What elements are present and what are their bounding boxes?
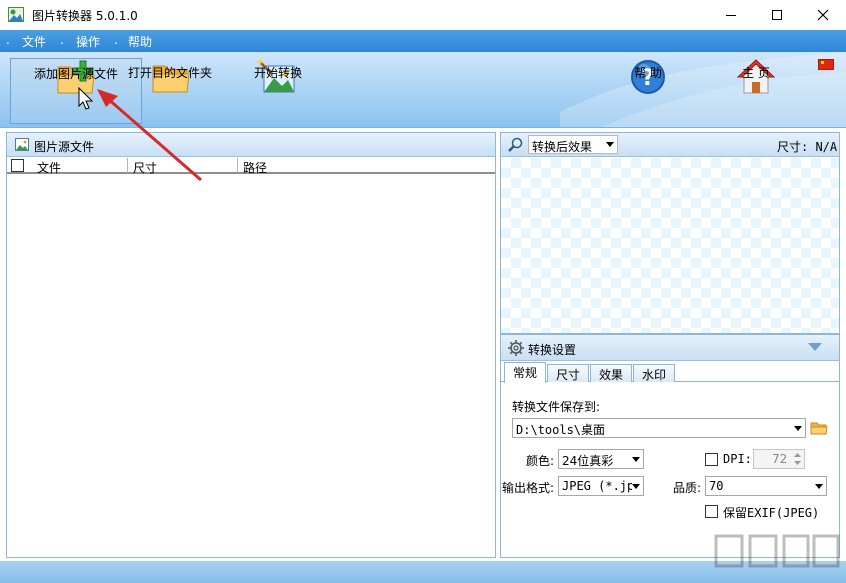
menu-operate[interactable]: 操作 xyxy=(76,33,100,50)
add-source-button[interactable]: 添加图片源文件 xyxy=(10,58,142,124)
dpi-label: DPI: xyxy=(723,452,752,466)
add-source-label: 添加图片源文件 xyxy=(33,67,118,81)
spinner-arrows-icon xyxy=(794,453,801,465)
close-icon xyxy=(817,9,829,21)
minimize-button[interactable] xyxy=(708,0,754,30)
dpi-value: 72 xyxy=(772,452,788,466)
chevron-down-icon xyxy=(632,484,640,489)
home-label: 主 页 xyxy=(742,66,770,80)
color-label: 颜色: xyxy=(526,454,555,468)
format-label: 输出格式: xyxy=(502,481,555,495)
select-all-checkbox[interactable] xyxy=(11,159,24,172)
settings-tabs: 常规 尺寸 效果 水印 xyxy=(501,362,839,383)
tab-effect[interactable]: 效果 xyxy=(590,364,632,382)
browse-folder-icon[interactable] xyxy=(810,420,828,436)
open-target-folder-button[interactable]: 打开目的文件夹 xyxy=(124,58,216,124)
toolbar: 添加图片源文件 打开目的文件夹 开始转换 ? 帮 助 主 页 xyxy=(0,52,846,128)
source-panel-title: 图片源文件 xyxy=(34,140,95,154)
chevron-down-icon xyxy=(815,484,823,489)
color-value: 24位真彩 xyxy=(562,454,614,468)
source-panel-header: 图片源文件 xyxy=(7,133,495,157)
column-separator[interactable] xyxy=(127,158,128,173)
save-to-label: 转换文件保存到: xyxy=(512,400,601,414)
help-label: 帮 助 xyxy=(634,66,662,80)
menu-separator: . xyxy=(60,33,64,47)
preview-panel-header: 转换后效果 尺寸: N/A xyxy=(501,133,839,157)
maximize-icon xyxy=(772,10,782,20)
preview-size-label: 尺寸: N/A xyxy=(777,140,838,154)
chevron-down-icon xyxy=(794,426,802,431)
settings-panel-title: 转换设置 xyxy=(528,343,577,357)
dpi-spinner[interactable]: 72 xyxy=(753,449,805,469)
convert-settings-panel: 转换设置 常规 尺寸 效果 水印 转换文件保存到: D:\tools\桌面 颜色… xyxy=(500,334,840,558)
menu-bar: . 文件 . 操作 . 帮助 xyxy=(0,30,846,52)
column-size[interactable]: 尺寸 xyxy=(133,159,157,175)
start-convert-label: 开始转换 xyxy=(253,66,302,80)
gear-icon xyxy=(508,340,524,356)
maximize-button[interactable] xyxy=(754,0,800,30)
format-dropdown[interactable]: JPEG (*.jpg) xyxy=(558,476,644,496)
file-list[interactable] xyxy=(7,176,495,557)
open-target-label: 打开目的文件夹 xyxy=(127,66,212,80)
image-icon xyxy=(15,138,29,151)
effect-dropdown[interactable]: 转换后效果 xyxy=(528,135,618,154)
magnifier-icon xyxy=(508,137,523,152)
close-button[interactable] xyxy=(800,0,846,30)
chevron-down-icon xyxy=(632,457,640,462)
settings-panel-header[interactable]: 转换设置 xyxy=(501,335,839,361)
chevron-down-icon xyxy=(606,142,614,147)
menu-separator: . xyxy=(6,33,10,47)
minimize-icon xyxy=(726,15,736,16)
help-button[interactable]: ? 帮 助 xyxy=(620,58,676,124)
menu-separator: . xyxy=(114,33,118,47)
keep-exif-label: 保留EXIF(JPEG) xyxy=(723,506,820,520)
format-value: JPEG (*.jpg) xyxy=(562,479,632,493)
menu-file[interactable]: 文件 xyxy=(22,33,46,50)
menu-help[interactable]: 帮助 xyxy=(128,33,152,50)
quality-dropdown[interactable]: 70 xyxy=(705,476,827,496)
app-icon xyxy=(8,7,24,22)
dpi-checkbox[interactable] xyxy=(705,453,718,466)
window-title: 图片转换器 5.0.1.0 xyxy=(32,9,138,23)
column-separator[interactable] xyxy=(237,158,238,173)
start-convert-button[interactable]: 开始转换 xyxy=(240,58,316,124)
save-path-value: D:\tools\桌面 xyxy=(516,423,606,437)
collapse-icon[interactable] xyxy=(808,343,822,351)
quality-value: 70 xyxy=(709,479,724,493)
keep-exif-checkbox[interactable] xyxy=(705,505,718,518)
watermark-logo xyxy=(714,534,840,568)
home-button[interactable]: 主 页 xyxy=(728,58,784,124)
color-dropdown[interactable]: 24位真彩 xyxy=(558,449,644,469)
tab-watermark[interactable]: 水印 xyxy=(633,364,675,382)
preview-canvas xyxy=(501,158,839,333)
column-file[interactable]: 文件 xyxy=(37,159,61,175)
column-path[interactable]: 路径 xyxy=(243,159,267,175)
quality-label: 品质: xyxy=(673,481,702,495)
source-files-panel: 图片源文件 文件 尺寸 路径 xyxy=(6,132,496,558)
effect-dropdown-value: 转换后效果 xyxy=(532,140,593,154)
toolbar-wave-decoration xyxy=(560,52,846,127)
language-flag-icon[interactable] xyxy=(818,59,834,70)
tab-general[interactable]: 常规 xyxy=(504,362,546,383)
title-bar: 图片转换器 5.0.1.0 xyxy=(0,0,846,30)
preview-panel: 转换后效果 尺寸: N/A xyxy=(500,132,840,334)
save-path-dropdown[interactable]: D:\tools\桌面 xyxy=(512,418,806,438)
tab-size[interactable]: 尺寸 xyxy=(547,364,589,382)
file-list-header: 文件 尺寸 路径 xyxy=(7,158,495,175)
